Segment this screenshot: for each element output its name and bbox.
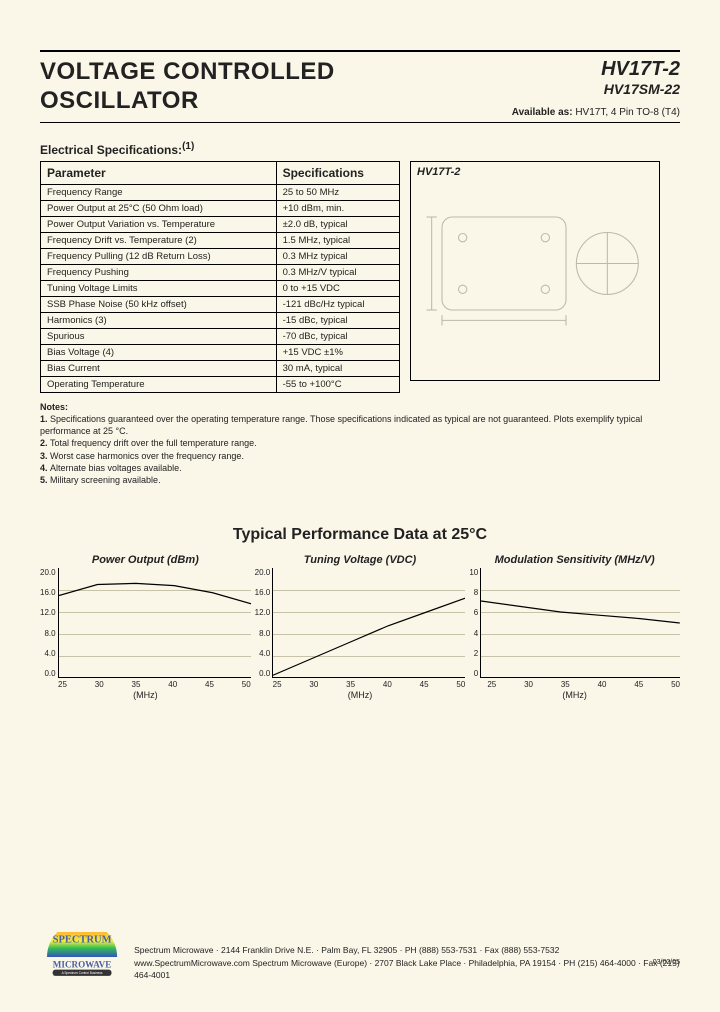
x-axis-ticks: 253035404550 bbox=[40, 680, 251, 689]
param-cell: Power Output at 25°C (50 Ohm load) bbox=[41, 201, 277, 217]
date-stamp: 03/02/05 bbox=[653, 959, 680, 966]
part-number-block: HV17T-2 HV17SM-22 Available as: HV17T, 4… bbox=[512, 58, 680, 118]
chart-title: Modulation Sensitivity (MHz/V) bbox=[469, 554, 680, 566]
header: VOLTAGE CONTROLLED OSCILLATOR HV17T-2 HV… bbox=[40, 52, 680, 122]
y-axis-ticks: 20.016.012.08.04.00.0 bbox=[40, 568, 58, 678]
package-outline-icon bbox=[419, 186, 651, 372]
x-axis-label: (MHz) bbox=[469, 690, 680, 700]
plot-area bbox=[272, 568, 465, 678]
table-row: Bias Voltage (4)+15 VDC ±1% bbox=[41, 345, 400, 361]
chart: Modulation Sensitivity (MHz/V) 1086420 253… bbox=[469, 554, 680, 700]
y-axis-ticks: 1086420 bbox=[469, 568, 480, 678]
spec-cell: 30 mA, typical bbox=[276, 361, 399, 377]
footer-text: Spectrum Microwave · 2144 Franklin Drive… bbox=[134, 944, 680, 982]
x-axis-label: (MHz) bbox=[40, 690, 251, 700]
param-cell: Frequency Range bbox=[41, 185, 277, 201]
table-row: Operating Temperature-55 to +100°C bbox=[41, 377, 400, 393]
header-rule bbox=[40, 122, 680, 123]
spec-table-body: Frequency Range25 to 50 MHzPower Output … bbox=[41, 185, 400, 393]
notes-list: 1. Specifications guaranteed over the op… bbox=[40, 413, 680, 486]
note-item: 1. Specifications guaranteed over the op… bbox=[40, 413, 680, 437]
param-cell: Frequency Pushing bbox=[41, 265, 277, 281]
spec-cell: -55 to +100°C bbox=[276, 377, 399, 393]
table-row: SSB Phase Noise (50 kHz offset)-121 dBc/… bbox=[41, 297, 400, 313]
table-row: Harmonics (3)-15 dBc, typical bbox=[41, 313, 400, 329]
spec-section-title: Electrical Specifications:(1) bbox=[40, 141, 680, 157]
part-number-sub: HV17SM-22 bbox=[512, 81, 680, 97]
x-axis-label: (MHz) bbox=[255, 690, 466, 700]
spec-cell: 0.3 MHz/V typical bbox=[276, 265, 399, 281]
note-item: 2. Total frequency drift over the full t… bbox=[40, 437, 680, 449]
title-line-1: VOLTAGE CONTROLLED bbox=[40, 58, 335, 87]
spec-cell: 1.5 MHz, typical bbox=[276, 233, 399, 249]
table-row: Frequency Pushing0.3 MHz/V typical bbox=[41, 265, 400, 281]
table-row: Frequency Drift vs. Temperature (2)1.5 M… bbox=[41, 233, 400, 249]
plot-area bbox=[58, 568, 251, 678]
x-axis-ticks: 253035404550 bbox=[255, 680, 466, 689]
svg-text:A Spectrum Control Business: A Spectrum Control Business bbox=[62, 971, 103, 975]
col-spec: Specifications bbox=[276, 162, 399, 185]
company-logo-icon: SPECTRUM MICROWAVE A Spectrum Control Bu… bbox=[40, 932, 124, 982]
param-cell: Bias Current bbox=[41, 361, 277, 377]
available-text: HV17T, 4 Pin TO-8 (T4) bbox=[573, 107, 680, 118]
title-block: VOLTAGE CONTROLLED OSCILLATOR bbox=[40, 58, 335, 116]
chart-title: Power Output (dBm) bbox=[40, 554, 251, 566]
title-line-2: OSCILLATOR bbox=[40, 87, 335, 116]
col-parameter: Parameter bbox=[41, 162, 277, 185]
diagram-label: HV17T-2 bbox=[417, 166, 653, 178]
table-row: Spurious-70 dBc, typical bbox=[41, 329, 400, 345]
table-row: Tuning Voltage Limits0 to +15 VDC bbox=[41, 281, 400, 297]
datasheet-page: VOLTAGE CONTROLLED OSCILLATOR HV17T-2 HV… bbox=[0, 0, 720, 1012]
param-cell: Tuning Voltage Limits bbox=[41, 281, 277, 297]
available-as: Available as: HV17T, 4 Pin TO-8 (T4) bbox=[512, 107, 680, 118]
notes-block: Notes: 1. Specifications guaranteed over… bbox=[40, 401, 680, 486]
footer-company-2: Spectrum Microwave (Europe) bbox=[250, 958, 367, 968]
table-row: Power Output Variation vs. Temperature±2… bbox=[41, 217, 400, 233]
chart: Tuning Voltage (VDC) 20.016.012.08.04.00.… bbox=[255, 554, 466, 700]
spec-cell: +10 dBm, min. bbox=[276, 201, 399, 217]
table-row: Power Output at 25°C (50 Ohm load)+10 dB… bbox=[41, 201, 400, 217]
plot-area bbox=[480, 568, 680, 678]
param-cell: Bias Voltage (4) bbox=[41, 345, 277, 361]
spec-cell: ±2.0 dB, typical bbox=[276, 217, 399, 233]
notes-title: Notes: bbox=[40, 401, 680, 413]
spec-cell: 0 to +15 VDC bbox=[276, 281, 399, 297]
param-cell: Frequency Pulling (12 dB Return Loss) bbox=[41, 249, 277, 265]
spec-cell: -70 dBc, typical bbox=[276, 329, 399, 345]
chart: Power Output (dBm) 20.016.012.08.04.00.0 2… bbox=[40, 554, 251, 700]
charts-row: Power Output (dBm) 20.016.012.08.04.00.0 2… bbox=[40, 554, 680, 700]
package-diagram: HV17T-2 bbox=[410, 161, 660, 381]
spec-cell: +15 VDC ±1% bbox=[276, 345, 399, 361]
table-row: Frequency Pulling (12 dB Return Loss)0.3… bbox=[41, 249, 400, 265]
note-item: 3. Worst case harmonics over the frequen… bbox=[40, 450, 680, 462]
table-row: Frequency Range25 to 50 MHz bbox=[41, 185, 400, 201]
spec-table: Parameter Specifications Frequency Range… bbox=[40, 161, 400, 393]
param-cell: Power Output Variation vs. Temperature bbox=[41, 217, 277, 233]
footer-site: www.SpectrumMicrowave.com bbox=[134, 958, 250, 968]
param-cell: Operating Temperature bbox=[41, 377, 277, 393]
svg-text:MICROWAVE: MICROWAVE bbox=[53, 960, 112, 970]
footer-addr-1: · 2144 Franklin Drive N.E. · Palm Bay, F… bbox=[214, 945, 560, 955]
y-axis-ticks: 20.016.012.08.04.00.0 bbox=[255, 568, 273, 678]
svg-text:SPECTRUM: SPECTRUM bbox=[53, 934, 112, 945]
footer-company-1: Spectrum Microwave bbox=[134, 945, 213, 955]
param-cell: Frequency Drift vs. Temperature (2) bbox=[41, 233, 277, 249]
spec-cell: -121 dBc/Hz typical bbox=[276, 297, 399, 313]
param-cell: Harmonics (3) bbox=[41, 313, 277, 329]
spec-cell: 25 to 50 MHz bbox=[276, 185, 399, 201]
spec-cell: 0.3 MHz typical bbox=[276, 249, 399, 265]
param-cell: SSB Phase Noise (50 kHz offset) bbox=[41, 297, 277, 313]
available-label: Available as: bbox=[512, 107, 573, 118]
param-cell: Spurious bbox=[41, 329, 277, 345]
spec-row: Parameter Specifications Frequency Range… bbox=[40, 161, 680, 393]
performance-title: Typical Performance Data at 25°C bbox=[40, 526, 680, 544]
note-item: 5. Military screening available. bbox=[40, 474, 680, 486]
footer: SPECTRUM MICROWAVE A Spectrum Control Bu… bbox=[40, 932, 680, 982]
chart-title: Tuning Voltage (VDC) bbox=[255, 554, 466, 566]
spec-cell: -15 dBc, typical bbox=[276, 313, 399, 329]
part-number-main: HV17T-2 bbox=[512, 58, 680, 81]
note-item: 4. Alternate bias voltages available. bbox=[40, 462, 680, 474]
x-axis-ticks: 253035404550 bbox=[469, 680, 680, 689]
table-row: Bias Current30 mA, typical bbox=[41, 361, 400, 377]
